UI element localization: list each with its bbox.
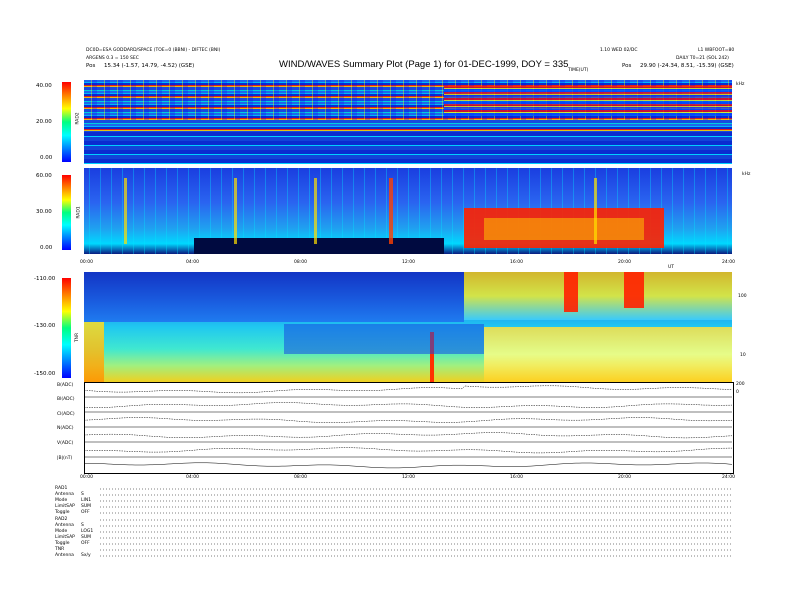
header-info-line-1: DC0D=ESA GODDARD/SPACE (TOE=0 (BBNI) - D… [86,48,221,53]
time-tick-label: 16:00 [510,475,523,480]
footer-row-label: Antenna [55,492,74,497]
footer-row-label: LimitSAP [55,535,75,540]
time-tick-label: 20:00 [618,260,631,265]
rad1-ytick-top: 60.00 [36,173,52,179]
header-info-right-2: L1 WBFOOT=80 [698,48,735,53]
param-trace [83,402,733,408]
param-trace [83,447,732,454]
rad1-ytick-mid: 30.00 [36,209,52,215]
footer-dotted-lines [100,488,732,557]
header-pos-label-left: Pos [86,63,96,69]
footer-row-label: Antenna [55,523,74,528]
rad2-yunit: kHz [736,82,745,87]
time-tick-label: 08:00 [294,475,307,480]
param-label: Cl(ADC) [57,412,75,417]
tnr-right-tick-100: 100 [738,294,747,299]
tnr-right-tick-10: 10 [740,353,746,358]
footer-row-value: OFF [81,510,90,515]
footer-row-value: S [81,523,84,528]
footer-row-value: SUM [81,504,92,509]
header-info-right-1: 1.10 WED 02/DC [600,48,638,53]
header-info-line-2: ARGENS 0.3 = 150 SEC [86,56,139,61]
footer-row-label: Toggle [55,541,70,546]
header-pos-value-left: 15.34 (-1.57, 14.79, -4.52) (GSE) [104,63,195,69]
param-trace [83,432,733,439]
tnr-spectrogram [84,272,732,382]
time-tick-label: 04:00 [186,475,199,480]
parameter-traces [83,385,733,469]
time-axis-suffix: UT [668,265,675,270]
param-label: |B|(nT) [57,456,73,461]
colorbar-tnr [62,278,71,378]
footer-header: TNR [55,547,65,552]
rad1-ytick-bottom: 0.00 [40,245,53,251]
tnr-ytick-bottom: -150.00 [34,371,56,377]
footer-row-label: Mode [55,498,68,503]
header-pos-label-right: Pos [622,63,632,69]
param-label: B(ADC) [57,383,74,388]
time-tick-label: 16:00 [510,260,523,265]
footer-row-value: SUM [81,535,92,540]
footer-row-value: S [81,492,84,497]
page-title: WIND/WAVES Summary Plot (Page 1) for 01-… [279,59,569,70]
param-right-tick: 0 [736,390,739,395]
rad1-right-note: kHz [742,172,751,177]
param-label: Bl(ADC) [57,397,75,402]
time-tick-label: 00:00 [80,475,93,480]
rad2-spectrogram [84,80,732,164]
rad2-ytick-top: 40.00 [36,83,52,89]
colorbar-rad2 [62,82,71,162]
rad2-ylabel: RAD2 [75,112,81,125]
footer-row-value: LIN1 [81,498,92,503]
param-label: N(ADC) [57,426,74,431]
tnr-ylabel: TNR [75,332,81,343]
header-info-right-3: DAILY T0=21 (SOL 242) [676,56,729,61]
time-tick-label: 04:00 [186,260,199,265]
param-label: V(ADC) [57,441,74,446]
footer-row-label: Toggle [55,510,70,515]
header-pos-value-right: 29.90 (-24.34, 8.51, -15.39) (GSE) [640,63,734,69]
param-right-tick: 200 [736,382,745,387]
param-trace [83,385,733,394]
footer-row-value: LOG1 [81,529,94,534]
time-tick-label: 12:00 [402,260,415,265]
tnr-ytick-top: -110.00 [34,276,56,282]
time-tick-label: 24:00 [722,475,735,480]
footer-header: RAD1 [55,486,68,491]
time-tick-label: 08:00 [294,260,307,265]
rad1-spectrogram [84,168,732,254]
header-time-label: TIME(UT) [568,68,589,73]
rad1-ylabel: RAD1 [76,206,82,219]
footer-row-label: Antenna [55,553,74,558]
rad2-ytick-mid: 20.00 [36,119,52,125]
footer-header: RAD2 [55,517,68,522]
colorbar-rad1 [62,175,71,250]
time-tick-label: 12:00 [402,475,415,480]
tnr-ytick-mid: -130.00 [34,323,56,329]
rad2-ytick-bottom: 0.00 [40,155,53,161]
footer-row-label: LimitSAP [55,504,75,509]
footer-row-label: Mode [55,529,68,534]
param-trace [84,462,733,469]
footer-row-value: OFF [81,541,90,546]
time-tick-label: 24:00 [722,260,735,265]
param-trace [83,417,733,423]
footer-row-value: Sx/y [81,553,91,558]
time-tick-label: 00:00 [80,260,93,265]
time-tick-label: 20:00 [618,475,631,480]
